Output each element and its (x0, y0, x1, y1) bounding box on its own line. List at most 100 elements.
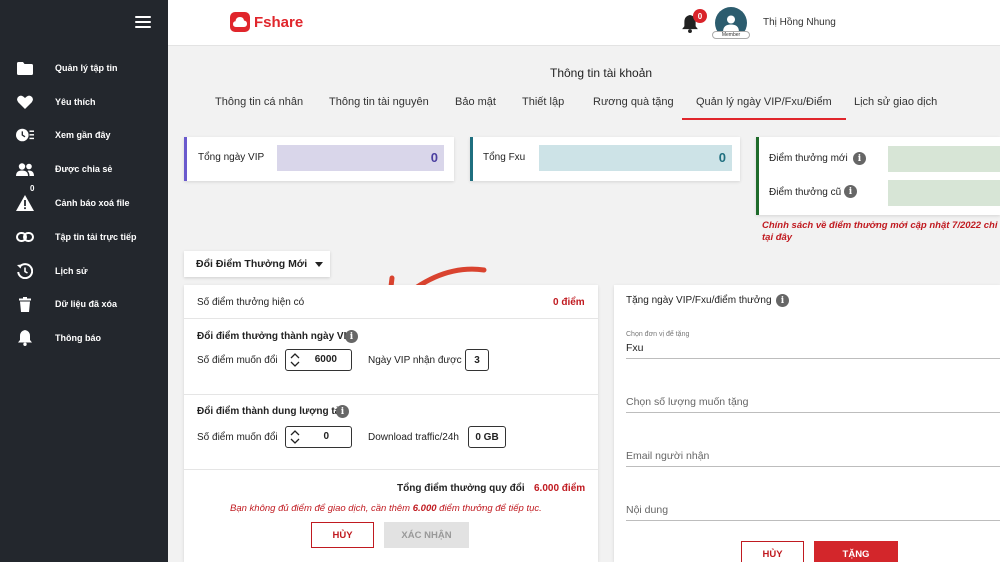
fxu-value: 0 (539, 145, 732, 171)
vip-days-received-value: 3 (465, 349, 489, 371)
caret-down-icon (315, 261, 324, 267)
logo-text: Fshare (254, 13, 304, 31)
history-icon (16, 262, 34, 280)
traffic-section-info-icon[interactable]: i (336, 405, 349, 418)
sidebar: Quản lý tập tin Yêu thích Xem gần đây Đư… (0, 0, 168, 562)
page-title: Thông tin tài khoản (550, 66, 653, 80)
bell-icon (16, 329, 34, 347)
tab-resource-info[interactable]: Thông tin tài nguyên (329, 96, 429, 120)
warning-icon (16, 194, 34, 212)
fshare-logo[interactable]: Fshare (230, 12, 303, 32)
warning-amount: 6.000 (412, 503, 437, 514)
new-points-info-icon[interactable]: i (853, 152, 866, 165)
gift-unit-label: Chọn đơn vị để tặng (626, 331, 690, 338)
tab-settings[interactable]: Thiết lập (522, 96, 564, 120)
fxu-label: Tổng Fxu (483, 152, 526, 163)
member-tag: Member (712, 31, 750, 39)
confirm-exchange-button[interactable]: XÁC NHẬN (384, 522, 469, 548)
sidebar-item-label: Cảnh báo xoá file (55, 198, 130, 208)
sidebar-item-direct-download[interactable]: Tập tin tải trực tiếp (0, 222, 168, 252)
sidebar-item-notifications[interactable]: Thông báo (0, 323, 168, 353)
sidebar-item-label: Lịch sử (55, 266, 88, 276)
sidebar-item-recent[interactable]: Xem gần đây (0, 120, 168, 150)
stepper-arrows-icon (290, 430, 300, 444)
link-icon (16, 228, 34, 246)
field-underline (626, 466, 1000, 467)
menu-toggle-icon[interactable] (135, 16, 151, 29)
sidebar-item-label: Yêu thích (55, 97, 96, 107)
new-points-value-box (888, 146, 1000, 172)
insufficient-points-warning: Bạn không đủ điểm để giao dịch, cần thêm… (230, 503, 542, 514)
old-points-info-icon[interactable]: i (844, 185, 857, 198)
vip-section-title: Đổi điểm thưởng thành ngày VIP (197, 331, 354, 342)
sidebar-item-label: Dữ liệu đã xóa (55, 299, 118, 309)
divider (184, 394, 598, 395)
tab-manage-vip-fxu-points[interactable]: Quản lý ngày VIP/Fxu/Điểm (682, 96, 846, 120)
policy-notice: Chính sách về điểm thưởng mới cập nhật 7… (762, 220, 1000, 231)
vip-section-info-icon[interactable]: i (345, 330, 358, 343)
gift-info-icon[interactable]: i (776, 294, 789, 307)
traffic-label: Download traffic/24h (368, 432, 459, 443)
gift-amount-placeholder: Chọn số lượng muốn tặng (626, 396, 749, 408)
warning-suffix: điểm thưởng để tiếp tục. (436, 503, 542, 514)
sidebar-item-label: Quản lý tập tin (55, 63, 118, 73)
new-points-label: Điểm thưởng mới (769, 153, 848, 164)
reward-points-card: Điểm thưởng mới i Điểm thưởng cũ i (756, 137, 1000, 215)
tab-transaction-history[interactable]: Lịch sử giao dịch (854, 96, 937, 120)
current-points-label: Số điểm thưởng hiện có (197, 297, 305, 308)
sidebar-item-favorites[interactable]: Yêu thích (0, 87, 168, 117)
folder-icon (16, 59, 34, 77)
recent-clock-icon (16, 126, 34, 144)
gift-submit-button[interactable]: TẶNG (814, 541, 898, 562)
dropdown-label: Đổi Điểm Thưởng Mới (196, 258, 308, 270)
old-points-value-box (888, 180, 1000, 206)
notification-count-badge: 0 (693, 9, 707, 23)
total-value: 6.000 điểm (534, 483, 586, 494)
sidebar-item-label: Xem gần đây (55, 130, 111, 140)
exchange-type-dropdown[interactable]: Đổi Điểm Thưởng Mới (184, 251, 330, 277)
traffic-points-stepper[interactable]: 0 (285, 426, 352, 448)
field-underline (626, 358, 1000, 359)
gift-unit-value: Fxu (626, 342, 644, 354)
users-icon (16, 160, 34, 178)
sidebar-item-shared[interactable]: Được chia sẻ (0, 154, 168, 184)
tab-security[interactable]: Bảo mật (455, 96, 496, 120)
vip-points-value: 6000 (314, 354, 337, 365)
current-points-value: 0 điểm (553, 297, 585, 308)
field-underline (626, 412, 1000, 413)
gift-message-placeholder: Nội dung (626, 504, 669, 516)
vip-days-received-label: Ngày VIP nhận được (368, 355, 462, 366)
sidebar-item-label: Thông báo (55, 333, 101, 343)
divider (184, 469, 598, 470)
traffic-points-label: Số điểm muốn đổi (197, 432, 278, 443)
sidebar-item-trash[interactable]: Dữ liệu đã xóa (0, 289, 168, 319)
gift-panel: Tặng ngày VIP/Fxu/điểm thưởng i Chọn đơn… (614, 285, 1000, 562)
recipient-email-placeholder: Email người nhận (626, 450, 710, 462)
old-points-label: Điểm thưởng cũ (769, 187, 842, 198)
stepper-arrows-icon (290, 353, 300, 367)
field-underline (626, 520, 1000, 521)
sidebar-item-delete-warning[interactable]: 0 Cảnh báo xoá file (0, 184, 168, 218)
warning-prefix: Bạn không đủ điểm để giao dịch, cần thêm (230, 503, 413, 514)
sidebar-item-label: Tập tin tải trực tiếp (55, 232, 137, 242)
tab-gift-box[interactable]: Rương quà tặng (593, 96, 674, 120)
cloud-logo-icon (230, 12, 250, 32)
gift-title: Tặng ngày VIP/Fxu/điểm thưởng (626, 295, 772, 306)
trash-icon (16, 295, 34, 313)
fxu-card: Tổng Fxu 0 (470, 137, 740, 181)
sidebar-item-file-manager[interactable]: Quản lý tập tin (0, 53, 168, 83)
tab-personal-info[interactable]: Thông tin cá nhân (215, 96, 303, 120)
user-name[interactable]: Thị Hồng Nhung (763, 17, 836, 28)
policy-link[interactable]: tại đây (762, 232, 792, 243)
cancel-exchange-button[interactable]: HỦY (311, 522, 374, 548)
heart-icon (16, 93, 34, 111)
sidebar-item-history[interactable]: Lịch sử (0, 256, 168, 286)
cancel-gift-button[interactable]: HỦY (741, 541, 804, 562)
warning-count-badge: 0 (30, 184, 35, 193)
vip-days-label: Tổng ngày VIP (198, 152, 265, 163)
traffic-section-title: Đổi điểm thành dung lượng tải (197, 406, 344, 417)
vip-days-card: Tổng ngày VIP 0 (184, 137, 454, 181)
vip-points-stepper[interactable]: 6000 (285, 349, 352, 371)
traffic-points-value: 0 (323, 431, 329, 442)
traffic-value: 0 GB (468, 426, 506, 448)
